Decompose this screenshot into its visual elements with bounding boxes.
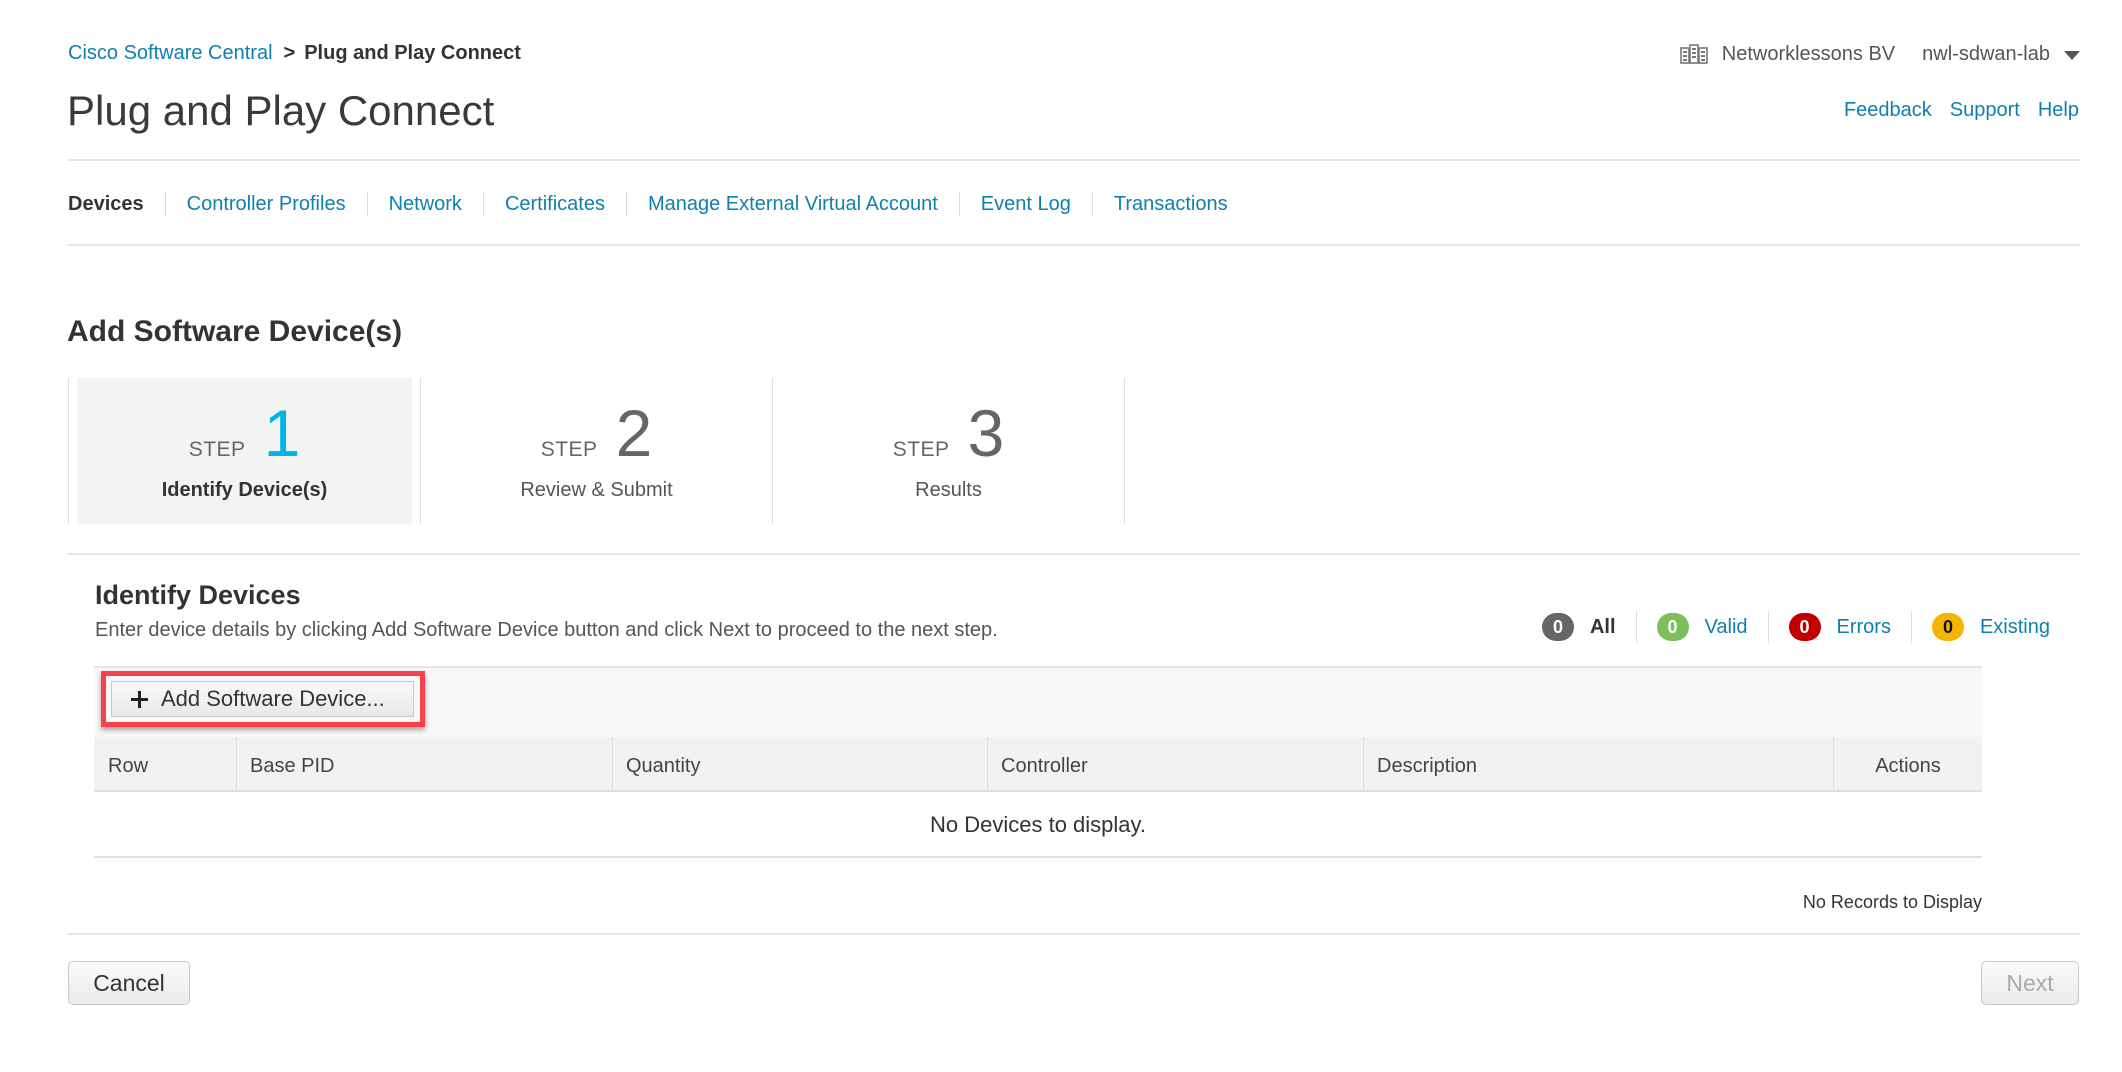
filter-valid[interactable]: 0 Valid	[1635, 611, 1768, 643]
tab-network[interactable]: Network	[366, 192, 483, 216]
count-badge: 0	[1656, 613, 1689, 641]
column-header-actions: Actions	[1833, 737, 1982, 790]
panel-description: Enter device details by clicking Add Sof…	[95, 619, 998, 641]
breadcrumb-cisco-software-central[interactable]: Cisco Software Central	[68, 42, 273, 64]
breadcrumb: Cisco Software Central > Plug and Play Con…	[68, 41, 521, 65]
virtual-account-name[interactable]: nwl-sdwan-lab	[1922, 42, 2050, 66]
filter-label: Existing	[1979, 616, 2050, 638]
step-3: STEP 3 Results	[772, 378, 1125, 524]
devices-table-header: Row Base PID Quantity Controller Descrip…	[94, 737, 1982, 792]
support-link[interactable]: Support	[1950, 98, 2020, 122]
step-word: STEP	[188, 438, 246, 461]
add-software-device-button[interactable]: Add Software Device...	[111, 681, 414, 717]
filter-label: Errors	[1836, 616, 1891, 638]
add-software-device-label: Add Software Device...	[161, 686, 385, 711]
count-badge: 0	[1541, 613, 1574, 641]
column-header-row[interactable]: Row	[94, 737, 236, 790]
step-1: STEP 1 Identify Device(s)	[68, 378, 420, 524]
account-selector[interactable]: Networklessons BV nwl-sdwan-lab	[1679, 42, 2080, 66]
column-header-quantity[interactable]: Quantity	[612, 737, 987, 790]
plus-icon	[131, 690, 148, 708]
tab-manage-external-virtual-account[interactable]: Manage External Virtual Account	[625, 192, 959, 216]
caret-down-icon[interactable]	[2064, 50, 2080, 60]
step-number: 3	[967, 396, 1005, 470]
next-button[interactable]: Next	[1981, 961, 2079, 1005]
organization-name: Networklessons BV	[1721, 43, 1896, 65]
steps-divider	[68, 553, 2080, 555]
step-word: STEP	[540, 438, 598, 461]
cancel-button[interactable]: Cancel	[68, 961, 190, 1005]
step-label: Identify Device(s)	[161, 479, 328, 501]
section-title: Add Software Device(s)	[67, 315, 403, 348]
column-header-controller[interactable]: Controller	[987, 737, 1363, 790]
status-filters: 0 All 0 Valid 0 Errors 0 Existing	[1541, 611, 2050, 643]
filter-label: All	[1589, 616, 1616, 638]
nav-divider	[68, 244, 2080, 246]
step-2: STEP 2 Review & Submit	[420, 378, 772, 524]
tab-event-log[interactable]: Event Log	[958, 192, 1092, 216]
count-badge: 0	[1788, 613, 1821, 641]
footer-divider	[68, 933, 2080, 935]
breadcrumb-separator: >	[283, 42, 296, 64]
building-icon	[1679, 44, 1708, 64]
step-label: Review & Submit	[520, 479, 673, 501]
step-number: 2	[615, 396, 653, 470]
filter-existing[interactable]: 0 Existing	[1910, 611, 2050, 643]
column-header-base-pid[interactable]: Base PID	[236, 737, 612, 790]
column-header-description[interactable]: Description	[1363, 737, 1833, 790]
panel-title: Identify Devices	[95, 580, 301, 610]
filter-all[interactable]: 0 All	[1541, 611, 1636, 643]
filter-errors[interactable]: 0 Errors	[1767, 611, 1911, 643]
empty-table-message: No Devices to display.	[94, 792, 1982, 858]
help-link[interactable]: Help	[2038, 98, 2079, 122]
records-status: No Records to Display	[1802, 892, 1982, 912]
step-number: 1	[263, 396, 301, 470]
page-title: Plug and Play Connect	[67, 87, 495, 134]
step-word: STEP	[892, 438, 950, 461]
step-label: Results	[915, 479, 982, 501]
tab-transactions[interactable]: Transactions	[1091, 192, 1249, 216]
tab-devices[interactable]: Devices	[68, 192, 165, 216]
wizard-steps: STEP 1 Identify Device(s) STEP 2 Review …	[68, 378, 1125, 524]
header-links: Feedback Support Help	[1844, 98, 2079, 122]
count-badge: 0	[1931, 613, 1964, 641]
filter-label: Valid	[1704, 616, 1748, 638]
breadcrumb-current: Plug and Play Connect	[304, 42, 521, 64]
tab-certificates[interactable]: Certificates	[482, 192, 626, 216]
feedback-link[interactable]: Feedback	[1844, 98, 1932, 122]
main-nav: Devices Controller Profiles Network Cert…	[68, 192, 1249, 216]
header-divider	[68, 159, 2080, 161]
tab-controller-profiles[interactable]: Controller Profiles	[164, 192, 367, 216]
